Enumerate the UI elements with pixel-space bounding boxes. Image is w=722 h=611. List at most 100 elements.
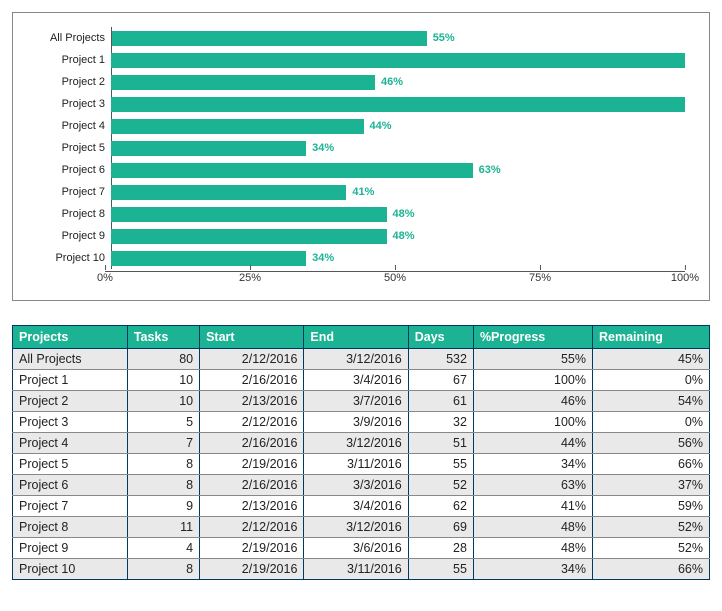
table-cell: 4: [127, 538, 199, 559]
bar-fill: [111, 31, 427, 46]
x-tick-label: 75%: [529, 272, 551, 284]
bar-value-label: 41%: [346, 186, 374, 198]
table-cell: 51: [408, 433, 473, 454]
table-cell: Project 1: [13, 370, 128, 391]
bar-fill: [111, 119, 364, 134]
bar-category-label: Project 1: [23, 54, 111, 66]
bar-row: Project 246%: [23, 71, 685, 93]
table-cell: 59%: [593, 496, 710, 517]
bar-value-label: 48%: [387, 208, 415, 220]
bar-fill: [111, 185, 346, 200]
bar-category-label: Project 7: [23, 186, 111, 198]
table-cell: 41%: [473, 496, 592, 517]
table-cell: 46%: [473, 391, 592, 412]
table-cell: 69: [408, 517, 473, 538]
table-cell: 66%: [593, 559, 710, 580]
x-tick-label: 25%: [239, 272, 261, 284]
table-cell: 2/16/2016: [200, 475, 304, 496]
bar-category-label: Project 6: [23, 164, 111, 176]
table-row: Project 682/16/20163/3/20165263%37%: [13, 475, 710, 496]
table-header-cell: End: [304, 326, 408, 349]
bar-row: Project 1: [23, 49, 685, 71]
table-cell: 8: [127, 559, 199, 580]
table-cell: 52%: [593, 517, 710, 538]
table-cell: 3/7/2016: [304, 391, 408, 412]
table-cell: 67: [408, 370, 473, 391]
bar-category-label: Project 3: [23, 98, 111, 110]
bar-row: Project 4 44%: [23, 115, 685, 137]
table-cell: 7: [127, 433, 199, 454]
table-cell: 3/11/2016: [304, 559, 408, 580]
table-cell: 55: [408, 454, 473, 475]
bar-fill: [111, 141, 306, 156]
table-cell: Project 2: [13, 391, 128, 412]
table-cell: 8: [127, 454, 199, 475]
table-cell: 62: [408, 496, 473, 517]
table-cell: 9: [127, 496, 199, 517]
bar-value-label: 34%: [306, 252, 334, 264]
table-cell: 5: [127, 412, 199, 433]
table-cell: 3/3/2016: [304, 475, 408, 496]
table-header-cell: Projects: [13, 326, 128, 349]
table-cell: All Projects: [13, 349, 128, 370]
bar-fill: [111, 229, 387, 244]
table-cell: 2/13/2016: [200, 391, 304, 412]
chart-bars: All Projects55%Project 1Project 246%Proj…: [23, 27, 685, 269]
bar-category-label: Project 9: [23, 230, 111, 242]
x-tick-label: 0%: [97, 272, 113, 284]
table-row: Project 942/19/20163/6/20162848%52%: [13, 538, 710, 559]
table-cell: 0%: [593, 370, 710, 391]
bar-value-label: 44%: [364, 120, 392, 132]
table-cell: 11: [127, 517, 199, 538]
bar-category-label: All Projects: [23, 32, 111, 44]
table-cell: 532: [408, 349, 473, 370]
table-cell: 3/11/2016: [304, 454, 408, 475]
table-cell: 48%: [473, 538, 592, 559]
bar-fill: [111, 97, 685, 112]
table-cell: 48%: [473, 517, 592, 538]
bar-fill: [111, 53, 685, 68]
table-cell: 61: [408, 391, 473, 412]
table-cell: 100%: [473, 412, 592, 433]
table-header-cell: Start: [200, 326, 304, 349]
bar-value-label: 63%: [473, 164, 501, 176]
bar-fill: [111, 163, 473, 178]
bar-fill: [111, 251, 306, 266]
table-row: Project 352/12/20163/9/201632100%0%: [13, 412, 710, 433]
bar-row: Project 534%: [23, 137, 685, 159]
table-cell: 37%: [593, 475, 710, 496]
x-tick-label: 50%: [384, 272, 406, 284]
bar-category-label: Project 5: [23, 142, 111, 154]
table-cell: 2/12/2016: [200, 412, 304, 433]
bar-category-label: Project 8: [23, 208, 111, 220]
table-row: Project 2102/13/20163/7/20166146%54%: [13, 391, 710, 412]
table-header-cell: %Progress: [473, 326, 592, 349]
table-cell: 55: [408, 559, 473, 580]
table-cell: 2/12/2016: [200, 517, 304, 538]
table-row: Project 8112/12/20163/12/20166948%52%: [13, 517, 710, 538]
table-header-cell: Days: [408, 326, 473, 349]
progress-bar-chart: All Projects55%Project 1Project 246%Proj…: [12, 12, 710, 301]
table-cell: 3/12/2016: [304, 517, 408, 538]
table-row: Project 472/16/20163/12/20165144%56%: [13, 433, 710, 454]
table-cell: 54%: [593, 391, 710, 412]
table-cell: Project 10: [13, 559, 128, 580]
table-cell: 100%: [473, 370, 592, 391]
table-cell: 0%: [593, 412, 710, 433]
table-cell: 3/12/2016: [304, 433, 408, 454]
table-body: All Projects802/12/20163/12/201653255%45…: [13, 349, 710, 580]
table-cell: 3/12/2016: [304, 349, 408, 370]
projects-table: ProjectsTasksStartEndDays%ProgressRemain…: [12, 325, 710, 580]
table-cell: 3/6/2016: [304, 538, 408, 559]
table-cell: 2/19/2016: [200, 538, 304, 559]
table-cell: 2/19/2016: [200, 559, 304, 580]
table-cell: 56%: [593, 433, 710, 454]
table-cell: Project 9: [13, 538, 128, 559]
table-cell: 45%: [593, 349, 710, 370]
table-cell: 2/16/2016: [200, 370, 304, 391]
table-cell: Project 5: [13, 454, 128, 475]
table-cell: Project 7: [13, 496, 128, 517]
bar-category-label: Project 4: [23, 120, 111, 132]
bar-category-label: Project 10: [23, 252, 111, 264]
x-tick-label: 100%: [671, 272, 699, 284]
